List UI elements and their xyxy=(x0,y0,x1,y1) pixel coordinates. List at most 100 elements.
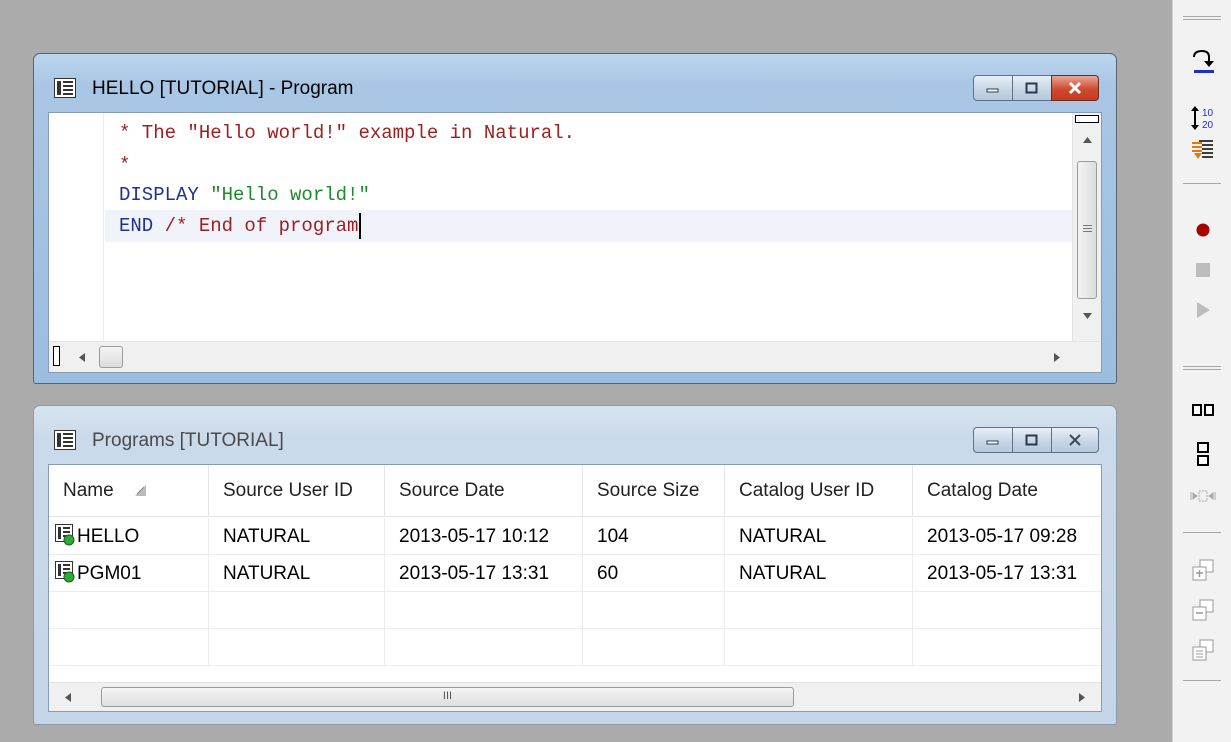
maximize-icon xyxy=(1025,434,1038,446)
list-horizontal-scrollbar[interactable]: III xyxy=(49,682,1101,711)
tile-horizontal-button[interactable] xyxy=(1189,396,1217,424)
program-stowed-icon xyxy=(55,523,75,546)
code-line-4[interactable]: END /* End of program xyxy=(105,210,1072,242)
column-header-source-user-id[interactable]: Source User ID xyxy=(209,465,385,517)
code-comment: /* End of program xyxy=(164,215,359,237)
column-header-catalog-date[interactable]: Catalog Date xyxy=(913,465,1101,517)
tile-horizontal-icon xyxy=(1192,404,1214,416)
step-into-button[interactable] xyxy=(1189,136,1217,164)
arrange-icon xyxy=(1190,490,1216,502)
arrange-button[interactable] xyxy=(1189,482,1217,510)
maximize-button[interactable] xyxy=(1012,75,1052,101)
program-name: PGM01 xyxy=(77,563,142,584)
scroll-right-arrow-icon[interactable] xyxy=(1079,693,1085,702)
program-window-icon xyxy=(54,78,76,98)
code-comment: * xyxy=(119,154,131,176)
tile-vertical-button[interactable] xyxy=(1189,440,1217,468)
toolbar-separator xyxy=(1183,680,1221,681)
empty-cell xyxy=(209,592,385,629)
cell-source-date: 2013-05-17 13:31 xyxy=(385,555,583,592)
editor-window-title: HELLO [TUTORIAL] - Program xyxy=(92,78,354,99)
toolbar-separator xyxy=(1183,366,1221,370)
cell-name: PGM01 xyxy=(49,555,209,592)
maximize-button[interactable] xyxy=(1012,427,1052,453)
cell-source-size: 104 xyxy=(583,518,725,555)
editor-horizontal-scrollbar[interactable] xyxy=(49,341,1101,372)
editor-gutter xyxy=(49,113,104,343)
step-over-button[interactable] xyxy=(1189,48,1217,76)
line-number-top-label: 10 xyxy=(1202,108,1214,119)
step-into-icon xyxy=(1192,140,1213,159)
step-over-icon xyxy=(1193,49,1214,73)
empty-row xyxy=(49,629,1101,666)
column-header-catalog-user-id[interactable]: Catalog User ID xyxy=(725,465,913,517)
empty-cell xyxy=(725,629,913,666)
editor-vertical-scroll-thumb[interactable] xyxy=(1077,161,1097,299)
programs-window[interactable]: Programs [TUTORIAL] Name Source User ID … xyxy=(33,405,1117,725)
cell-catalog-date: 2013-05-17 09:28 xyxy=(927,526,1078,547)
line-numbers-button[interactable]: 10 20 xyxy=(1189,104,1217,132)
code-line-1[interactable]: * The "Hello world!" example in Natural. xyxy=(105,117,1072,149)
cell-name: HELLO xyxy=(49,518,209,555)
cascade-icon xyxy=(1192,599,1214,621)
empty-cell xyxy=(583,592,725,629)
cell-source-size: 60 xyxy=(583,555,725,592)
code-line-3[interactable]: DISPLAY "Hello world!" xyxy=(105,179,1072,211)
column-header-source-size[interactable]: Source Size xyxy=(583,465,725,517)
cell-catalog-date: 2013-05-17 13:31 xyxy=(927,563,1078,584)
cell-source-user-id: NATURAL xyxy=(209,555,385,592)
code-keyword: END xyxy=(119,215,165,237)
new-window-button[interactable] xyxy=(1189,556,1217,584)
close-icon xyxy=(1069,434,1081,446)
empty-cell xyxy=(49,629,209,666)
list-horizontal-scroll-thumb[interactable]: III xyxy=(101,687,794,707)
empty-cell xyxy=(209,629,385,666)
stop-button[interactable] xyxy=(1189,256,1217,284)
record-icon xyxy=(1196,223,1210,237)
editor-caption-buttons xyxy=(973,75,1099,101)
close-button[interactable] xyxy=(1051,427,1099,453)
editor-window[interactable]: HELLO [TUTORIAL] - Program * The "Hello … xyxy=(33,53,1117,384)
record-button[interactable] xyxy=(1189,216,1217,244)
programs-window-icon xyxy=(54,430,76,450)
close-icon xyxy=(1068,81,1082,95)
programs-list[interactable]: Name Source User ID Source Date Source S… xyxy=(48,464,1102,712)
minimize-icon xyxy=(986,440,999,445)
empty-cell xyxy=(583,629,725,666)
column-header-source-date[interactable]: Source Date xyxy=(385,465,583,517)
editor-horizontal-scroll-thumb[interactable] xyxy=(99,346,123,368)
scroll-down-arrow-icon[interactable] xyxy=(1083,313,1092,319)
window-list-button[interactable] xyxy=(1189,636,1217,664)
program-stowed-icon xyxy=(55,560,75,583)
line-numbers-icon: 10 20 xyxy=(1191,106,1214,131)
empty-cell xyxy=(385,629,583,666)
editor-vertical-scrollbar[interactable] xyxy=(1072,113,1101,343)
vertical-split-box[interactable] xyxy=(1075,115,1099,123)
column-header-name[interactable]: Name xyxy=(49,465,209,517)
minimize-button[interactable] xyxy=(973,427,1013,453)
cascade-button[interactable] xyxy=(1189,596,1217,624)
empty-cell xyxy=(725,592,913,629)
debug-toolbar: 10 20 xyxy=(1172,0,1231,742)
scroll-right-arrow-icon[interactable] xyxy=(1054,353,1060,362)
cell-source-user-id: NATURAL xyxy=(209,518,385,555)
table-row[interactable]: HELLO NATURAL 2013-05-17 10:12 104 NATUR… xyxy=(49,518,1101,555)
scroll-left-arrow-icon[interactable] xyxy=(65,693,71,702)
cell-catalog-user-id: NATURAL xyxy=(725,555,913,592)
text-caret xyxy=(359,212,362,239)
scroll-up-arrow-icon[interactable] xyxy=(1083,137,1092,143)
play-button[interactable] xyxy=(1189,296,1217,324)
close-button[interactable] xyxy=(1051,75,1099,101)
grip-icon xyxy=(1083,225,1092,232)
programs-titlebar[interactable]: Programs [TUTORIAL] xyxy=(34,406,1116,464)
horizontal-split-box[interactable] xyxy=(53,346,60,366)
scroll-left-arrow-icon[interactable] xyxy=(79,353,85,362)
empty-cell xyxy=(49,592,209,629)
editor-titlebar[interactable]: HELLO [TUTORIAL] - Program xyxy=(34,54,1116,112)
code-line-2[interactable]: * xyxy=(105,149,1072,181)
code-editor[interactable]: * The "Hello world!" example in Natural.… xyxy=(48,112,1102,373)
code-keyword: DISPLAY xyxy=(119,184,211,206)
minimize-button[interactable] xyxy=(973,75,1013,101)
table-row[interactable]: PGM01 NATURAL 2013-05-17 13:31 60 NATURA… xyxy=(49,555,1101,592)
program-name: HELLO xyxy=(77,526,140,547)
